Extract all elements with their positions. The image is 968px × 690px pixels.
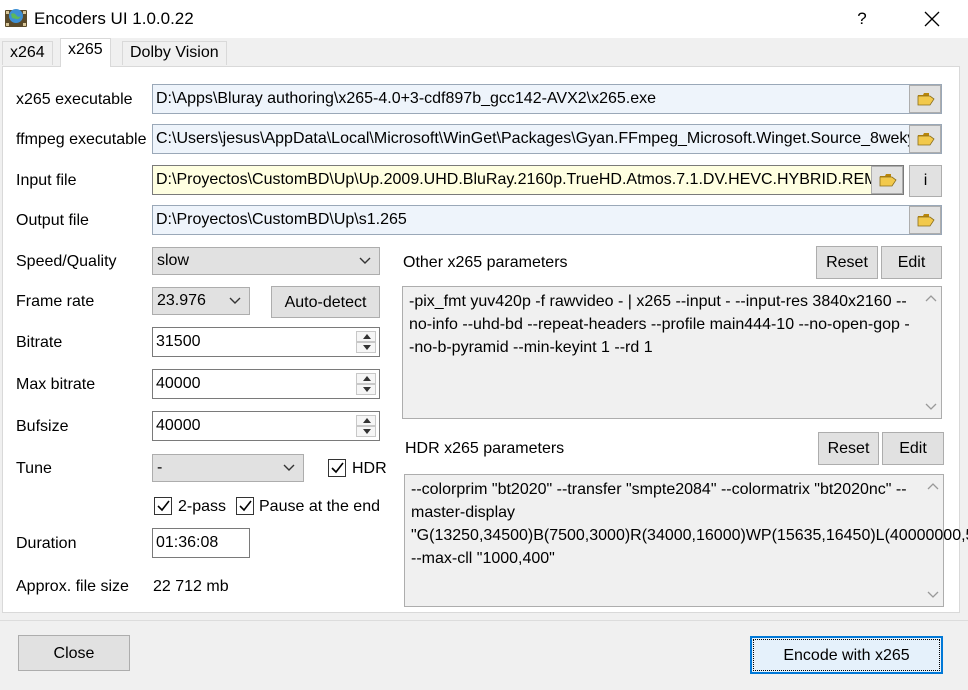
hdr-params-edit-button[interactable]: Edit — [882, 432, 944, 465]
input-file-field[interactable]: D:\Proyectos\CustomBD\Up\Up.2009.UHD.Blu… — [152, 165, 904, 195]
folder-open-icon — [917, 133, 935, 146]
tab-x264[interactable]: x264 — [2, 41, 53, 65]
film-reel-globe-icon — [4, 6, 28, 30]
frame-rate-label: Frame rate — [16, 293, 95, 310]
x265-executable-label: x265 executable — [16, 91, 133, 108]
tune-select[interactable]: - — [152, 454, 304, 482]
auto-detect-button[interactable]: Auto-detect — [271, 286, 380, 318]
chevron-up-icon — [927, 483, 939, 490]
hdr-params-label: HDR x265 parameters — [405, 440, 565, 457]
other-params-textarea[interactable]: -pix_fmt yuv420p -f rawvideo - | x265 --… — [402, 286, 942, 419]
file-size-label: Approx. file size — [16, 578, 129, 595]
checkmark-icon — [239, 500, 252, 512]
spin-down-icon[interactable] — [356, 342, 376, 353]
chevron-up-icon — [925, 295, 937, 302]
hdr-params-reset-button[interactable]: Reset — [818, 432, 879, 465]
spin-up-icon[interactable] — [356, 415, 376, 426]
other-params-text: -pix_fmt yuv420p -f rawvideo - | x265 --… — [409, 293, 910, 356]
chevron-down-icon — [229, 297, 241, 304]
folder-open-icon — [879, 174, 897, 187]
bitrate-label: Bitrate — [16, 334, 63, 351]
ffmpeg-executable-field[interactable]: C:\Users\jesus\AppData\Local\Microsoft\W… — [152, 124, 942, 154]
close-icon — [924, 11, 940, 27]
hdr-params-textarea[interactable]: --colorprim "bt2020" --transfer "smpte20… — [404, 474, 968, 607]
chevron-down-icon — [359, 257, 371, 264]
output-file-field[interactable]: D:\Proyectos\CustomBD\Up\s1.265 — [152, 205, 942, 235]
pause-at-end-checkbox[interactable] — [236, 497, 254, 515]
spin-down-icon[interactable] — [356, 426, 376, 437]
two-pass-checkbox[interactable] — [154, 497, 172, 515]
hdr-checkbox[interactable] — [328, 459, 346, 477]
max-bitrate-value: 40000 — [156, 375, 201, 392]
other-params-reset-button[interactable]: Reset — [816, 246, 878, 279]
checkmark-icon — [157, 500, 170, 512]
ffmpeg-browse-button[interactable] — [909, 125, 941, 153]
bufsize-value: 40000 — [156, 417, 201, 434]
help-button[interactable]: ? — [846, 2, 878, 36]
chevron-down-icon — [925, 403, 937, 410]
speed-quality-label: Speed/Quality — [16, 253, 117, 270]
duration-label: Duration — [16, 535, 77, 552]
tune-value: - — [157, 459, 163, 476]
chevron-down-icon — [283, 464, 295, 471]
close-window-button[interactable] — [906, 2, 956, 36]
scrollbar[interactable] — [924, 476, 942, 605]
spin-up-icon[interactable] — [356, 331, 376, 342]
file-size-value: 22 712 mb — [153, 578, 229, 595]
window-title: Encoders UI 1.0.0.22 — [34, 9, 194, 28]
duration-field[interactable]: 01:36:08 — [152, 528, 250, 558]
folder-open-icon — [917, 214, 935, 227]
output-browse-button[interactable] — [909, 206, 941, 234]
input-file-label: Input file — [16, 172, 77, 189]
scrollbar[interactable] — [922, 288, 940, 417]
input-browse-button[interactable] — [871, 166, 903, 194]
spin-down-icon[interactable] — [356, 384, 376, 395]
spin-up-icon[interactable] — [356, 373, 376, 384]
frame-rate-select[interactable]: 23.976 — [152, 287, 250, 315]
ffmpeg-executable-label: ffmpeg executable — [16, 131, 147, 148]
output-file-label: Output file — [16, 212, 89, 229]
chevron-down-icon — [927, 591, 939, 598]
tune-label: Tune — [16, 460, 52, 477]
hdr-label: HDR — [352, 460, 387, 477]
bitrate-stepper[interactable]: 31500 — [152, 327, 380, 357]
tab-x265[interactable]: x265 — [60, 38, 111, 67]
other-params-label: Other x265 parameters — [403, 254, 568, 271]
max-bitrate-label: Max bitrate — [16, 376, 96, 393]
close-button[interactable]: Close — [18, 635, 130, 671]
x265-executable-field[interactable]: D:\Apps\Bluray authoring\x265-4.0+3-cdf8… — [152, 84, 942, 114]
speed-quality-value: slow — [157, 252, 190, 269]
folder-open-icon — [917, 93, 935, 106]
frame-rate-value: 23.976 — [157, 292, 206, 309]
max-bitrate-stepper[interactable]: 40000 — [152, 369, 380, 399]
encode-button-label: Encode with x265 — [783, 647, 910, 664]
two-pass-label: 2-pass — [178, 498, 227, 515]
other-params-edit-button[interactable]: Edit — [881, 246, 942, 279]
bitrate-value: 31500 — [156, 333, 201, 350]
speed-quality-select[interactable]: slow — [152, 247, 380, 275]
hdr-params-text: --colorprim "bt2020" --transfer "smpte20… — [411, 481, 968, 567]
bufsize-stepper[interactable]: 40000 — [152, 411, 380, 441]
x265-browse-button[interactable] — [909, 85, 941, 113]
tab-dolby-vision[interactable]: Dolby Vision — [122, 41, 227, 65]
pause-at-end-label: Pause at the end — [259, 498, 380, 515]
input-info-button[interactable]: i — [909, 165, 942, 197]
checkmark-icon — [331, 462, 344, 474]
encode-button[interactable]: Encode with x265 — [750, 636, 943, 674]
bufsize-label: Bufsize — [16, 418, 69, 435]
